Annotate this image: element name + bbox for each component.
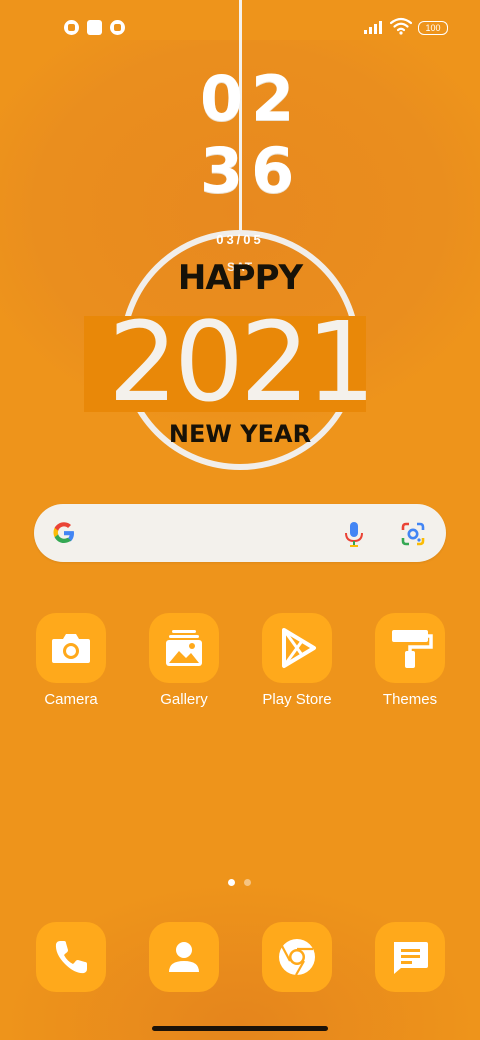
signal-icon: [364, 20, 386, 34]
page-indicator: [228, 879, 252, 887]
app-camera[interactable]: Camera: [16, 613, 126, 708]
app-notification-icon: [110, 20, 125, 35]
phone-icon[interactable]: [36, 922, 106, 992]
battery-indicator: 100: [418, 21, 448, 35]
clock-minutes[interactable]: 36: [200, 136, 294, 206]
wifi-icon: [390, 17, 412, 35]
microphone-icon[interactable]: [342, 520, 366, 548]
page-dot-active: [228, 879, 235, 886]
wallpaper-happy-text: HAPPY: [177, 258, 303, 298]
app-gallery[interactable]: Gallery: [129, 613, 239, 708]
chrome-icon[interactable]: [262, 922, 332, 992]
camera-icon[interactable]: [36, 613, 106, 683]
app-notification-icon: [64, 20, 79, 35]
clock-date: 03/05: [216, 232, 264, 247]
app-play-store[interactable]: Play Store: [242, 613, 352, 708]
square-notification-icon: [87, 20, 102, 35]
google-lens-icon[interactable]: [400, 521, 426, 547]
app-label: Camera: [44, 691, 98, 708]
google-search-bar[interactable]: [34, 504, 446, 562]
messages-icon[interactable]: [375, 922, 445, 992]
contacts-icon[interactable]: [149, 922, 219, 992]
app-themes[interactable]: Themes: [355, 613, 465, 708]
gesture-nav-bar[interactable]: [152, 1026, 328, 1031]
wallpaper-year-text: 2021: [108, 298, 376, 426]
clock-hours[interactable]: 02: [200, 64, 294, 134]
app-label: Play Store: [262, 691, 332, 708]
page-dot: [244, 879, 251, 886]
app-label: Themes: [382, 691, 438, 708]
themes-paint-roller-icon[interactable]: [375, 613, 445, 683]
gallery-icon[interactable]: [149, 613, 219, 683]
google-g-icon: [53, 522, 74, 543]
wallpaper-new-year-text: NEW YEAR: [168, 420, 312, 448]
play-store-icon[interactable]: [262, 613, 332, 683]
app-label: Gallery: [160, 691, 208, 708]
